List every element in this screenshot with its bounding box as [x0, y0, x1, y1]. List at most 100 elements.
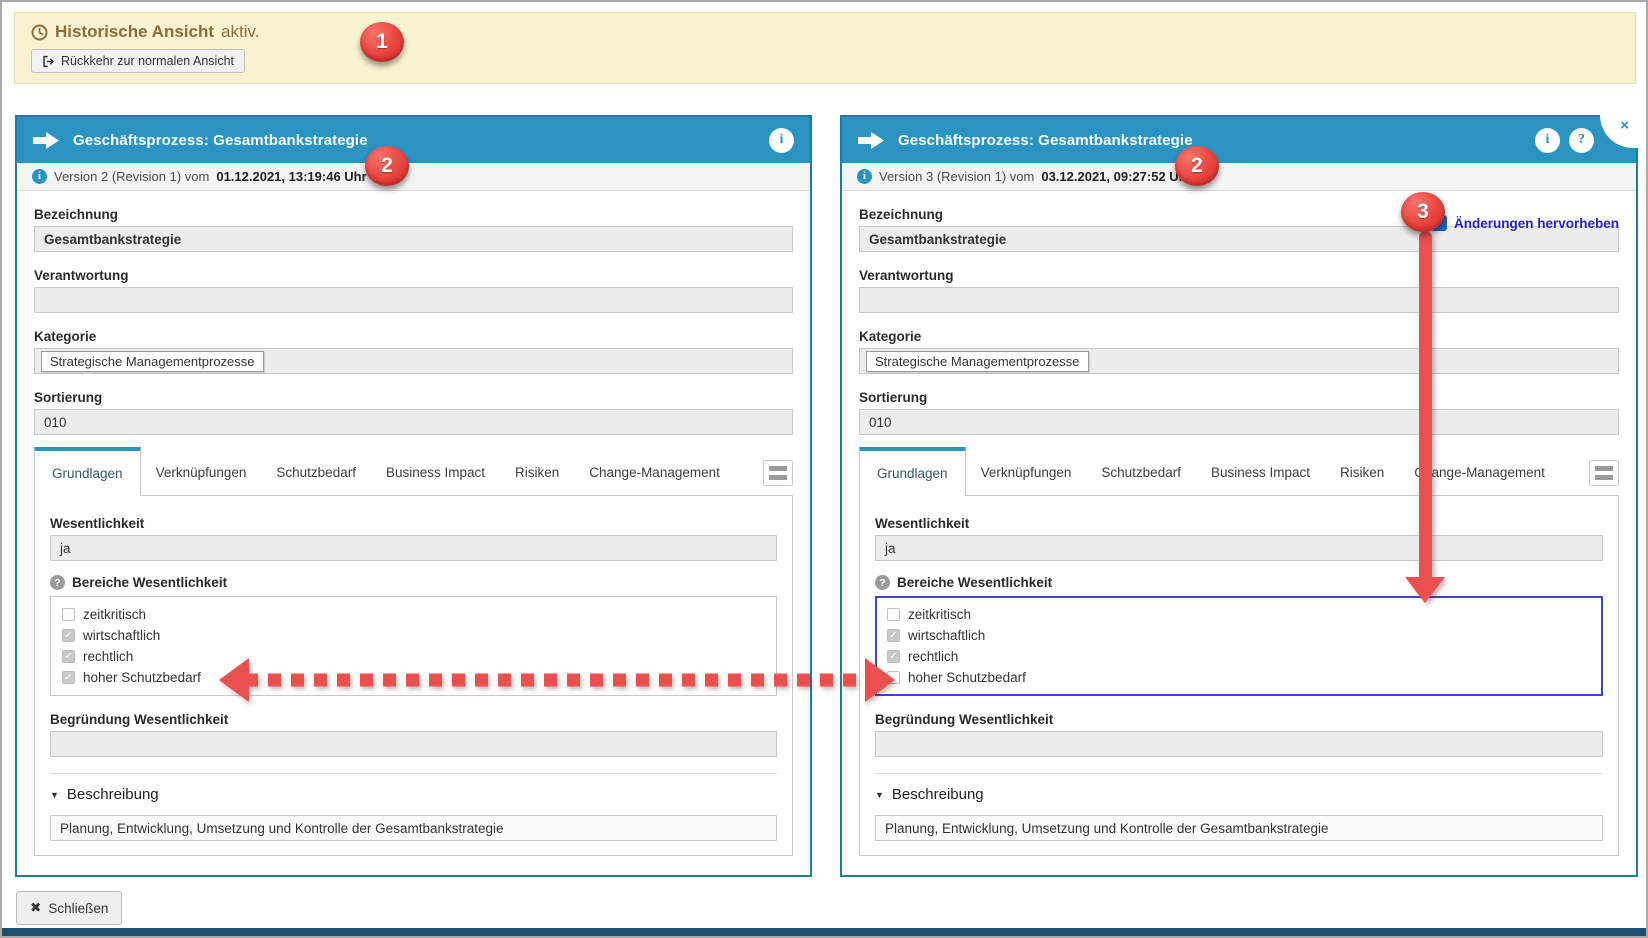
checkbox-label: wirtschaftlich: [83, 628, 160, 643]
beschreibung-field[interactable]: Planung, Entwicklung, Umsetzung und Kont…: [50, 815, 777, 841]
kategorie-chip[interactable]: Strategische Managementprozesse: [866, 351, 1089, 372]
panel-title: Geschäftsprozess: Gesamtbankstrategie: [73, 132, 368, 149]
window-bottom-edge: [2, 928, 1646, 936]
wesentlichkeit-label: Wesentlichkeit: [50, 516, 777, 531]
verantwortung-field[interactable]: [34, 287, 793, 313]
bereiche-wesentlichkeit-label: Bereiche Wesentlichkeit: [72, 575, 227, 590]
wesentlichkeit-field[interactable]: ja: [50, 535, 777, 561]
kategorie-label: Kategorie: [859, 329, 1619, 344]
checkbox-row-wirtschaftlich: ✓ wirtschaftlich: [887, 625, 1591, 646]
banner-title: Historische Ansicht: [55, 22, 214, 42]
begruendung-field[interactable]: [50, 731, 777, 757]
panel-version-2: Geschäftsprozess: Gesamtbankstrategie i …: [15, 115, 812, 877]
sortierung-field[interactable]: 010: [34, 409, 793, 435]
divider: [50, 773, 777, 774]
tab-change-management[interactable]: Change-Management: [574, 450, 735, 495]
checkbox-label: wirtschaftlich: [908, 628, 985, 643]
tab-verknuepfungen[interactable]: Verknüpfungen: [966, 450, 1087, 495]
version-datetime: 03.12.2021, 09:27:52 Uhr: [1041, 169, 1191, 184]
bezeichnung-label: Bezeichnung: [34, 207, 793, 222]
checkbox-zeitkritisch[interactable]: ✓: [62, 608, 75, 621]
help-icon[interactable]: ?: [875, 575, 890, 590]
kategorie-field[interactable]: Strategische Managementprozesse: [859, 348, 1619, 374]
verantwortung-label: Verantwortung: [859, 268, 1619, 283]
checkbox-row-zeitkritisch: ✓ zeitkritisch: [62, 604, 765, 625]
verantwortung-field[interactable]: [859, 287, 1619, 313]
wesentlichkeit-label: Wesentlichkeit: [875, 516, 1603, 531]
panel-header: Geschäftsprozess: Gesamtbankstrategie i: [17, 117, 810, 163]
checkbox-wirtschaftlich[interactable]: ✓: [62, 629, 75, 642]
arrow-shaft: [1419, 231, 1432, 577]
help-icon[interactable]: ?: [50, 575, 65, 590]
tab-menu-icon[interactable]: [1589, 460, 1619, 486]
tab-verknuepfungen[interactable]: Verknüpfungen: [141, 450, 262, 495]
arrow-head-right-icon: [865, 658, 895, 702]
version-bar: i Version 3 (Revision 1) vom 03.12.2021,…: [842, 163, 1636, 191]
sortierung-field[interactable]: 010: [859, 409, 1619, 435]
checkbox-zeitkritisch[interactable]: ✓: [887, 608, 900, 621]
checkbox-label: rechtlich: [83, 649, 133, 664]
checkbox-row-rechtlich: ✓ rechtlich: [887, 646, 1591, 667]
tab-menu-icon[interactable]: [763, 460, 793, 486]
checkbox-hoher-schutzbedarf[interactable]: ✓: [62, 671, 75, 684]
tab-business-impact[interactable]: Business Impact: [371, 450, 500, 495]
close-button-label: Schließen: [48, 901, 108, 916]
begruendung-field[interactable]: [875, 731, 1603, 757]
info-circle-icon: i: [857, 169, 872, 184]
info-icon[interactable]: i: [1535, 128, 1560, 153]
banner-title-suffix: aktiv.: [221, 22, 259, 42]
callout-badge-2-right: 2: [1175, 146, 1219, 186]
highlight-changes-toggle[interactable]: ✓ Änderungen hervorheben: [1431, 215, 1619, 231]
checkbox-label: hoher Schutzbedarf: [83, 670, 201, 685]
tab-bar: Grundlagen Verknüpfungen Schutzbedarf Bu…: [34, 447, 793, 495]
panel-content: ✓ Änderungen hervorheben Bezeichnung Ges…: [842, 207, 1636, 856]
version-datetime: 01.12.2021, 13:19:46 Uhr: [216, 169, 366, 184]
panel-content: Bezeichnung Gesamtbankstrategie Verantwo…: [17, 207, 810, 856]
return-button-label: Rückkehr zur normalen Ansicht: [61, 54, 234, 68]
tab-grundlagen[interactable]: Grundlagen: [34, 447, 141, 496]
checkbox-wirtschaftlich[interactable]: ✓: [887, 629, 900, 642]
bereiche-wesentlichkeit-label: Bereiche Wesentlichkeit: [897, 575, 1052, 590]
return-to-normal-view-button[interactable]: Rückkehr zur normalen Ansicht: [31, 49, 245, 73]
historical-view-banner: Historische Ansicht aktiv. Rückkehr zur …: [14, 12, 1636, 84]
historical-view-compare-page: { "banner": { "title_bold": "Historische…: [0, 0, 1648, 938]
bezeichnung-field[interactable]: Gesamtbankstrategie: [34, 226, 793, 252]
beschreibung-label: Beschreibung: [892, 786, 984, 803]
close-x-icon: ×: [1620, 117, 1629, 134]
close-x-icon: ✖: [30, 900, 41, 916]
tab-grundlagen[interactable]: Grundlagen: [859, 447, 966, 496]
sortierung-label: Sortierung: [34, 390, 793, 405]
checkbox-label: zeitkritisch: [83, 607, 146, 622]
arrow-right-icon: [858, 132, 884, 149]
info-circle-icon: i: [32, 169, 47, 184]
kategorie-chip[interactable]: Strategische Managementprozesse: [41, 351, 264, 372]
kategorie-field[interactable]: Strategische Managementprozesse: [34, 348, 793, 374]
tab-schutzbedarf[interactable]: Schutzbedarf: [261, 450, 371, 495]
divider: [875, 773, 1603, 774]
clock-icon: [31, 24, 48, 41]
checkbox-row-zeitkritisch: ✓ zeitkritisch: [887, 604, 1591, 625]
version-bar: i Version 2 (Revision 1) vom 01.12.2021,…: [17, 163, 810, 191]
info-icon[interactable]: i: [769, 128, 794, 153]
close-button[interactable]: ✖ Schließen: [16, 891, 122, 925]
tab-risiken[interactable]: Risiken: [1325, 450, 1399, 495]
tab-schutzbedarf[interactable]: Schutzbedarf: [1086, 450, 1196, 495]
callout-badge-3: 3: [1401, 192, 1445, 232]
tab-bar: Grundlagen Verknüpfungen Schutzbedarf Bu…: [859, 447, 1619, 495]
callout-badge-2-left: 2: [365, 146, 409, 186]
checkbox-rechtlich[interactable]: ✓: [62, 650, 75, 663]
beschreibung-field[interactable]: Planung, Entwicklung, Umsetzung und Kont…: [875, 815, 1603, 841]
checkbox-row-wirtschaftlich: ✓ wirtschaftlich: [62, 625, 765, 646]
tab-business-impact[interactable]: Business Impact: [1196, 450, 1325, 495]
checkbox-row-hoher-schutzbedarf: ✓ hoher Schutzbedarf: [887, 667, 1591, 688]
beschreibung-collapse-header[interactable]: ▼ Beschreibung: [50, 786, 777, 803]
panel-title: Geschäftsprozess: Gesamtbankstrategie: [898, 132, 1193, 149]
arrow-dashes: [245, 673, 869, 686]
verantwortung-label: Verantwortung: [34, 268, 793, 283]
beschreibung-collapse-header[interactable]: ▼ Beschreibung: [875, 786, 1603, 803]
panel-header: Geschäftsprozess: Gesamtbankstrategie i …: [842, 117, 1636, 163]
wesentlichkeit-field[interactable]: ja: [875, 535, 1603, 561]
tab-risiken[interactable]: Risiken: [500, 450, 574, 495]
help-icon[interactable]: ?: [1569, 128, 1594, 153]
panel-version-3: × Geschäftsprozess: Gesamtbankstrategie …: [840, 115, 1638, 877]
